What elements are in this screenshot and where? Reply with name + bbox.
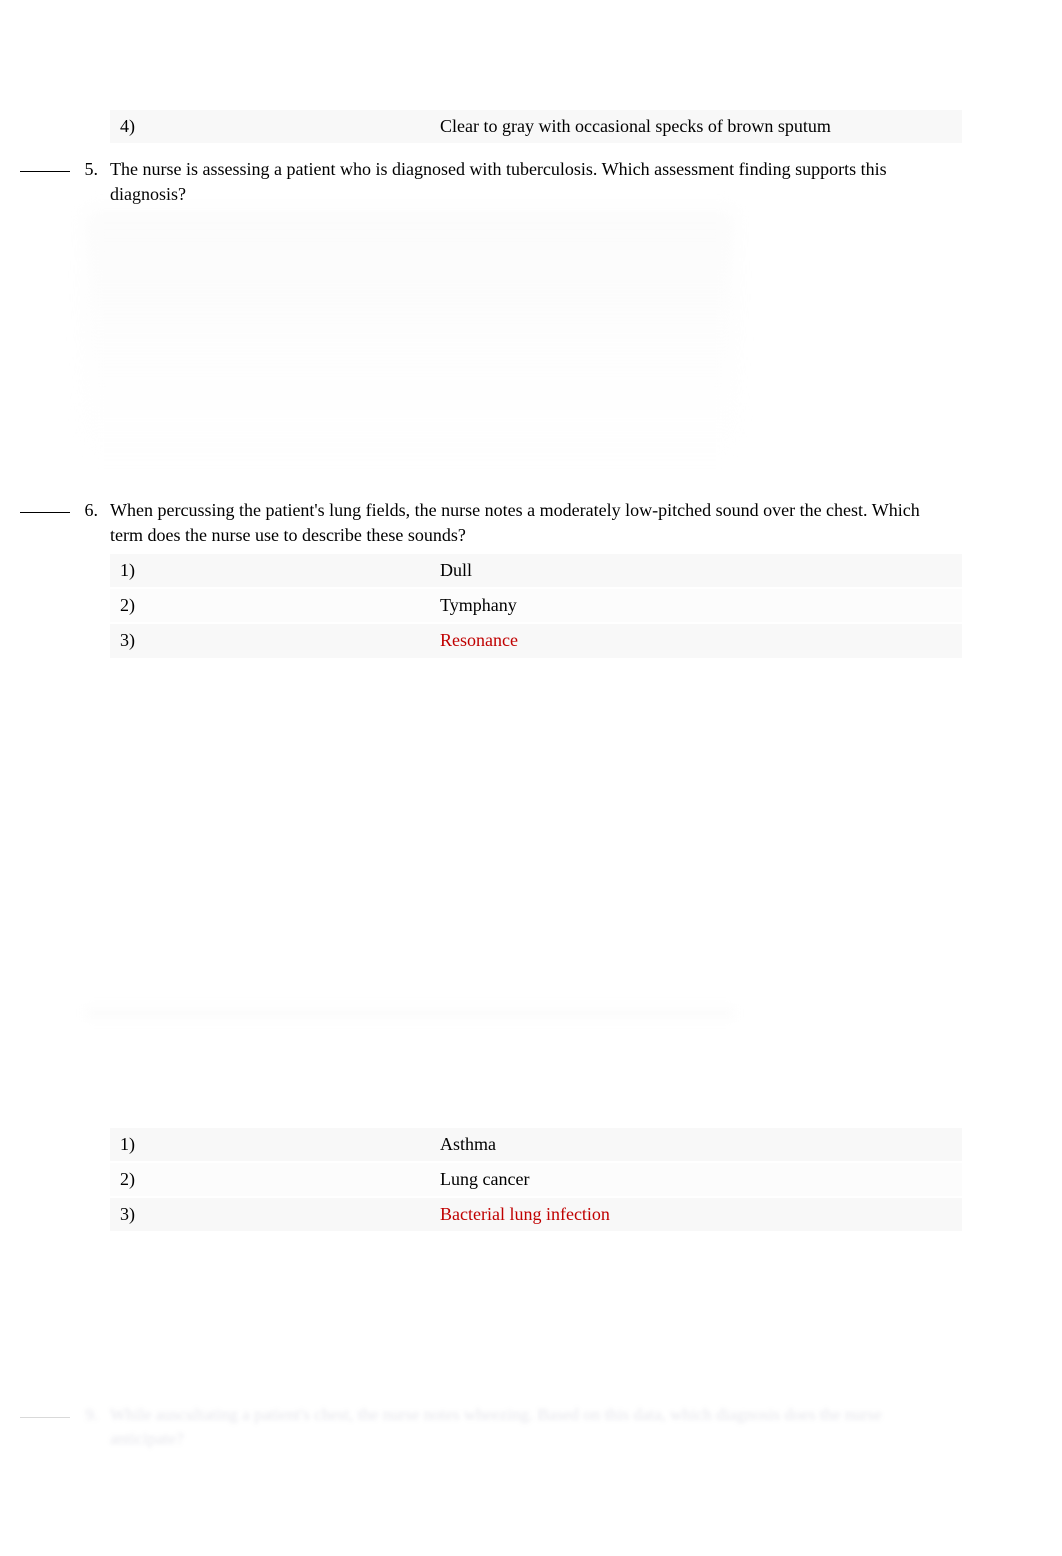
answer-blank[interactable] (20, 171, 70, 172)
question-6-options: 1) Dull 2) Tymphany 3) Resonance (110, 554, 962, 658)
previous-question-option: 4) Clear to gray with occasional specks … (110, 110, 962, 143)
option-text: Dull (440, 558, 962, 583)
option-number: 3) (110, 628, 440, 653)
question-options-block: 1) Asthma 2) Lung cancer 3) Bacterial lu… (110, 1128, 962, 1232)
option-row: 1) Asthma (110, 1128, 962, 1161)
option-number: 1) (110, 558, 440, 583)
option-number: 4) (110, 114, 440, 139)
answer-blank[interactable] (20, 512, 70, 513)
question-9: 9. While auscultating a patient's chest,… (20, 1403, 962, 1451)
question-text: The nurse is assessing a patient who is … (110, 157, 962, 207)
option-text: Clear to gray with occasional specks of … (440, 114, 962, 139)
option-row: 2) Tymphany (110, 589, 962, 622)
option-number: 3) (110, 1202, 440, 1227)
question-number: 9. (80, 1403, 110, 1427)
answer-blank[interactable] (20, 1417, 70, 1418)
option-number: 2) (110, 1167, 440, 1192)
option-row: 2) Lung cancer (110, 1163, 962, 1196)
question-5: 5. The nurse is assessing a patient who … (20, 157, 962, 467)
question-number: 6. (80, 498, 110, 523)
question-text: When percussing the patient's lung field… (110, 498, 962, 548)
question-text: While auscultating a patient's chest, th… (110, 1403, 962, 1451)
option-text-correct: Resonance (440, 628, 962, 653)
option-text: Tymphany (440, 593, 962, 618)
option-row: 3) Bacterial lung infection (110, 1198, 962, 1231)
option-row: 3) Resonance (110, 624, 962, 657)
question-6: 6. When percussing the patient's lung fi… (20, 498, 962, 658)
option-text: Asthma (440, 1132, 962, 1157)
option-row: 1) Dull (110, 554, 962, 587)
blur-overlay (0, 1476, 1062, 1556)
option-number: 2) (110, 593, 440, 618)
option-number: 1) (110, 1132, 440, 1157)
question-number: 5. (80, 157, 110, 182)
blur-overlay (85, 1006, 735, 1020)
option-text: Lung cancer (440, 1167, 962, 1192)
option-row: 4) Clear to gray with occasional specks … (110, 110, 962, 143)
option-text-correct: Bacterial lung infection (440, 1202, 962, 1227)
